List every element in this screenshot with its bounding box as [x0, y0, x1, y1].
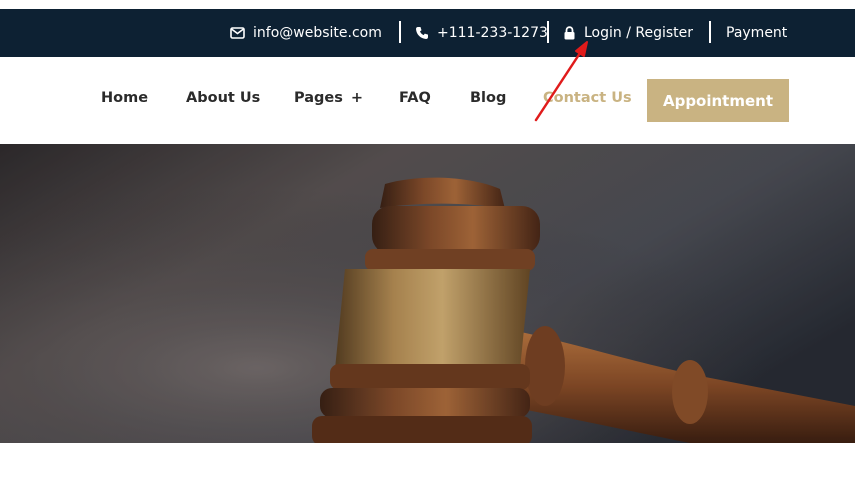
topbar-divider — [399, 21, 401, 43]
judge-gavel-photo — [0, 144, 855, 443]
phone-icon — [415, 26, 429, 40]
lock-icon — [563, 26, 576, 40]
nav-item-home[interactable]: Home — [101, 90, 148, 106]
nav-item-about-us[interactable]: About Us — [186, 90, 260, 106]
nav-item-blog[interactable]: Blog — [470, 90, 506, 106]
envelope-icon — [230, 27, 245, 39]
payment-text: Payment — [726, 25, 788, 41]
topbar-divider — [547, 21, 549, 43]
phone-text: +111-233-1273 — [437, 25, 548, 41]
email-text: info@website.com — [253, 25, 382, 41]
login-register-link[interactable]: Login / Register — [563, 9, 693, 57]
nav-item-contact-us[interactable]: Contact Us — [543, 90, 632, 106]
nav-item-faq[interactable]: FAQ — [399, 90, 431, 106]
page-top-strip — [0, 0, 855, 9]
top-contact-bar: info@website.com +111-233-1273 Login / R… — [0, 9, 855, 57]
nav-item-pages[interactable]: Pages + — [294, 90, 363, 106]
main-navigation: Home About Us Pages + FAQ Blog Contact Us… — [0, 57, 855, 144]
payment-link[interactable]: Payment — [726, 9, 787, 57]
plus-icon: + — [350, 90, 364, 106]
nav-item-pages-label: Pages — [294, 90, 343, 106]
topbar-divider — [709, 21, 711, 43]
phone-link[interactable]: +111-233-1273 — [415, 9, 548, 57]
appointment-button[interactable]: Appointment — [647, 79, 789, 122]
email-link[interactable]: info@website.com — [230, 9, 382, 57]
login-register-text: Login / Register — [584, 25, 694, 41]
hero-banner — [0, 144, 855, 443]
